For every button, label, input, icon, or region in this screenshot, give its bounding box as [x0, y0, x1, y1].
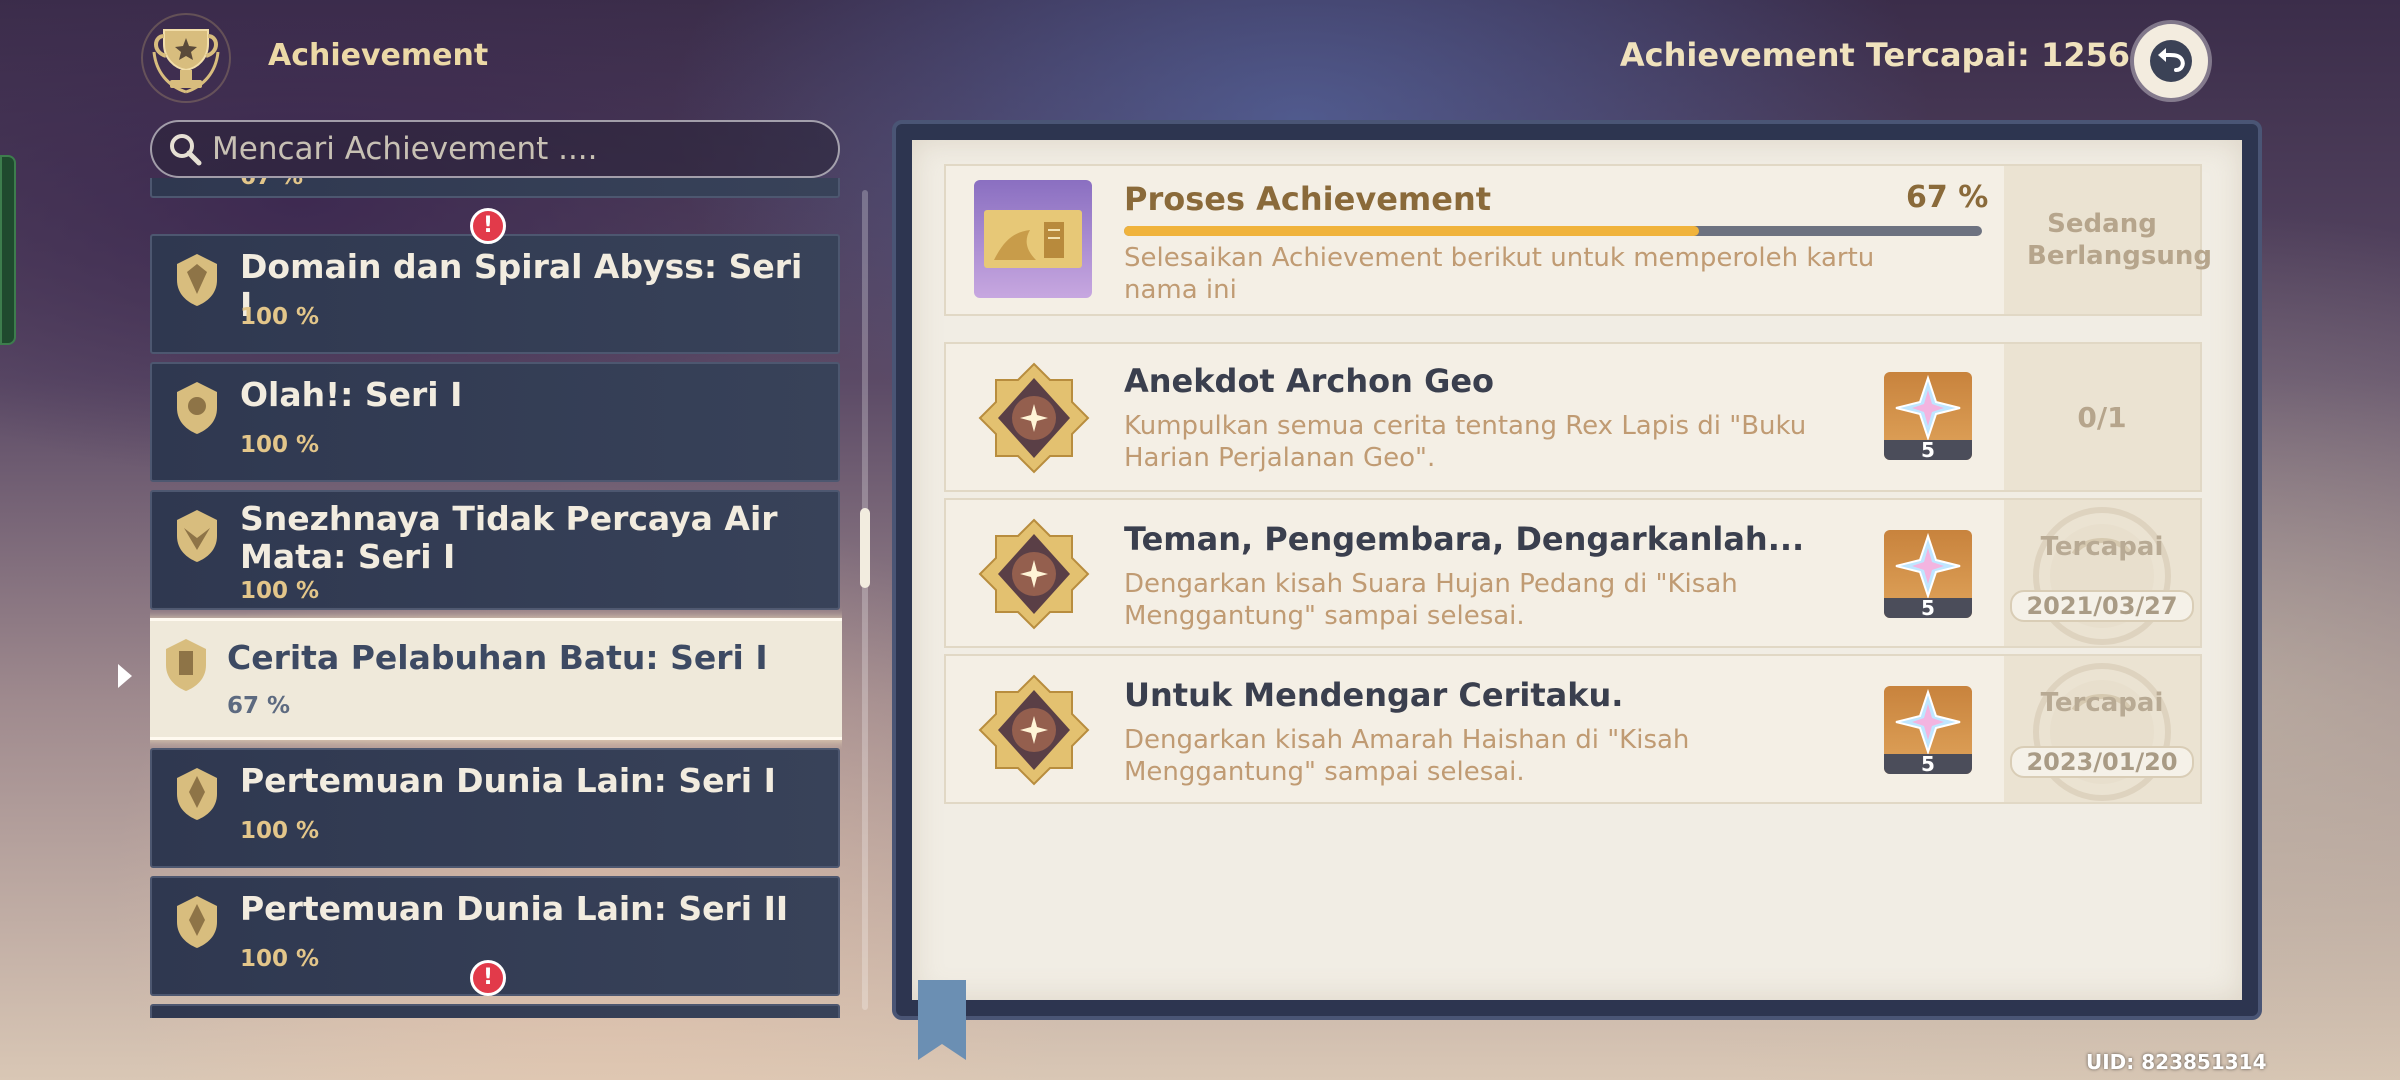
- category-percent: 100 %: [240, 432, 320, 458]
- back-button[interactable]: [2134, 24, 2208, 98]
- category-badge-icon: [177, 254, 217, 306]
- progress-row: Proses Achievement 67 % Selesaikan Achie…: [944, 164, 2212, 316]
- achieved-stamp-icon: [2033, 663, 2171, 801]
- selection-indicator-icon: [118, 664, 132, 688]
- achievement-date: 2021/03/27: [2010, 590, 2194, 622]
- achievement-badge-icon: [978, 362, 1090, 474]
- achievement-date: 2023/01/20: [2010, 746, 2194, 778]
- primogem-icon: [1895, 688, 1961, 756]
- achieved-stamp-icon: [2033, 507, 2171, 645]
- achievement-badge-icon: [978, 674, 1090, 786]
- category-name: Pertemuan Dunia Lain: Seri II: [240, 889, 789, 928]
- user-uid: UID: 823851314: [2086, 1050, 2267, 1074]
- achievement-title: Untuk Mendengar Ceritaku.: [1124, 676, 1624, 714]
- achievement-status-panel: Tercapai 2021/03/27: [2004, 500, 2200, 646]
- category-percent: 100 %: [240, 946, 320, 972]
- category-badge-icon: [177, 510, 217, 562]
- achievement-description: Dengarkan kisah Suara Hujan Pedang di "K…: [1124, 569, 1738, 631]
- progress-status-panel: Sedang Berlangsung: [2004, 166, 2212, 314]
- search-bar[interactable]: [150, 120, 840, 178]
- trophy-icon: [141, 13, 231, 103]
- achievement-status: Tercapai: [2040, 688, 2164, 718]
- alert-icon: !: [470, 960, 506, 996]
- category-badge-icon: [177, 768, 217, 820]
- achievement-status: 0/1: [2077, 400, 2127, 434]
- progress-bar: [1124, 226, 1982, 236]
- achievement-title: Teman, Pengembara, Dengarkanlah...: [1124, 520, 1805, 558]
- reward-count: 5: [1884, 440, 1972, 460]
- category-name: Domain dan Spiral Abyss: Seri I: [240, 247, 803, 324]
- reward-item[interactable]: 5: [1884, 686, 1972, 774]
- category-badge-icon: [177, 382, 217, 434]
- achievement-row[interactable]: Anekdot Archon Geo Kumpulkan semua cerit…: [944, 342, 2202, 492]
- category-name: Snezhnaya Tidak Percaya Air Mata: Seri I: [240, 499, 778, 576]
- progress-description: Selesaikan Achievement berikut untuk mem…: [1124, 243, 1875, 305]
- category-list[interactable]: 67 % Domain dan Spiral Abyss: Seri I 100…: [150, 178, 842, 1018]
- progress-percent: 67 %: [1906, 180, 1989, 215]
- namecard-icon: [974, 180, 1092, 298]
- scrollbar-track[interactable]: [862, 190, 868, 1010]
- search-icon: [170, 134, 202, 166]
- primogem-icon: [1895, 532, 1961, 600]
- search-input[interactable]: [212, 131, 812, 167]
- achievement-status-panel: 0/1: [2004, 344, 2200, 490]
- category-item-cerita-pelabuhan-batu[interactable]: Cerita Pelabuhan Batu: Seri I 67 %: [150, 618, 842, 740]
- alert-icon: !: [470, 208, 506, 244]
- achievement-title: Anekdot Archon Geo: [1124, 362, 1495, 400]
- achievement-badge-icon: [978, 518, 1090, 630]
- scrollbar-thumb[interactable]: [860, 508, 870, 588]
- category-percent: 67 %: [227, 693, 291, 719]
- side-edge-tab[interactable]: [0, 155, 16, 345]
- category-name: Cerita Pelabuhan Batu: Seri I: [227, 638, 768, 677]
- category-item-domain-spiral-abyss[interactable]: Domain dan Spiral Abyss: Seri I 100 %: [150, 234, 840, 354]
- reward-count: 5: [1884, 598, 1972, 618]
- achievement-status-panel: Tercapai 2023/01/20: [2004, 656, 2200, 802]
- category-item-olah[interactable]: Olah!: Seri I 100 %: [150, 362, 840, 482]
- achievement-row[interactable]: Untuk Mendengar Ceritaku. Dengarkan kisa…: [944, 654, 2202, 804]
- category-percent: 100 %: [240, 818, 320, 844]
- progress-title: Proses Achievement: [1124, 180, 1492, 218]
- reward-item[interactable]: 5: [1884, 372, 1972, 460]
- category-item[interactable]: 67 %: [150, 178, 840, 198]
- category-item-snezhnaya[interactable]: Snezhnaya Tidak Percaya Air Mata: Seri I…: [150, 490, 840, 610]
- category-percent: 100 %: [240, 578, 320, 604]
- category-percent: 100 %: [240, 304, 320, 330]
- bookmark-ribbon: [918, 980, 966, 1060]
- progress-bar-fill: [1124, 226, 1699, 236]
- achievements-achieved-count: Achievement Tercapai: 1256: [1619, 36, 2130, 74]
- back-arrow-icon: [2150, 40, 2192, 82]
- primogem-icon: [1895, 374, 1961, 442]
- achievement-description: Dengarkan kisah Amarah Haishan di "Kisah…: [1124, 725, 1690, 787]
- category-percent: 67 %: [240, 178, 303, 190]
- progress-status: Sedang Berlangsung: [2027, 209, 2212, 271]
- category-name: Pertemuan Dunia Lain: Seri I: [240, 761, 776, 800]
- reward-count: 5: [1884, 754, 1972, 774]
- category-item[interactable]: [150, 1004, 840, 1018]
- category-badge-icon: [177, 896, 217, 948]
- category-badge-icon: [166, 639, 206, 691]
- category-item-pertemuan-dunia-lain-1[interactable]: Pertemuan Dunia Lain: Seri I 100 %: [150, 748, 840, 868]
- achievement-status: Tercapai: [2040, 532, 2164, 562]
- achievement-description: Kumpulkan semua cerita tentang Rex Lapis…: [1124, 411, 1807, 473]
- page-title: Achievement: [268, 38, 489, 73]
- achievement-row[interactable]: Teman, Pengembara, Dengarkanlah... Denga…: [944, 498, 2202, 648]
- category-name: Olah!: Seri I: [240, 375, 463, 414]
- reward-item[interactable]: 5: [1884, 530, 1972, 618]
